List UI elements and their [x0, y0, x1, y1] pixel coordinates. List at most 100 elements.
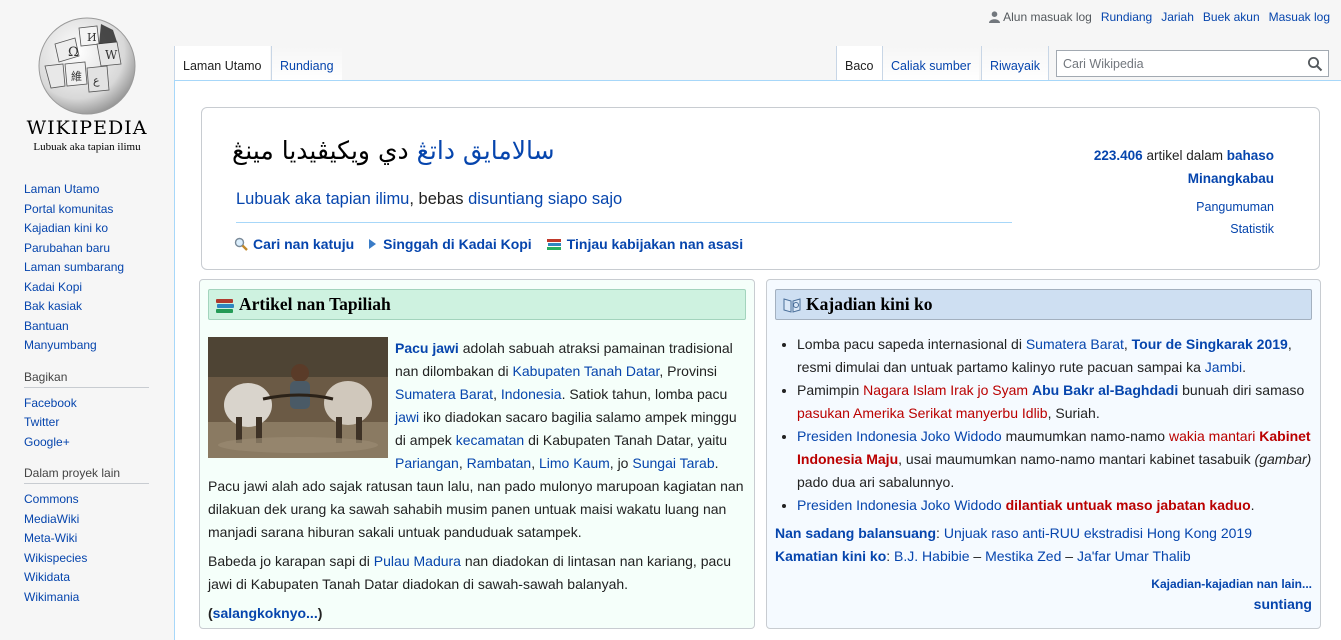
sidebar-project-link[interactable]: Wikimania: [24, 590, 79, 604]
sidebar-nav-item: Manyumbang: [24, 336, 174, 356]
inline-link[interactable]: Sumatera Barat: [1026, 336, 1124, 352]
tab-read[interactable]: Baco: [836, 46, 882, 81]
inline-link[interactable]: Ja'far Umar Thalib: [1077, 548, 1191, 564]
text-segment: –: [969, 548, 986, 564]
inline-link[interactable]: Kabupaten Tanah Datar: [513, 363, 660, 379]
inline-link[interactable]: Pacu jawi: [395, 340, 459, 356]
language-link-part1[interactable]: bahaso: [1227, 148, 1274, 163]
personal-tools: Alun masuak log Rundiang Jariah Buek aku…: [989, 10, 1330, 24]
sidebar-nav-link[interactable]: Kajadian kini ko: [24, 221, 108, 235]
more-events-link[interactable]: Kajadian-kajadian nan lain...: [1151, 577, 1312, 591]
sidebar-project-item: Wikispecies: [24, 549, 174, 569]
read-more-close: ): [317, 605, 323, 621]
article-stats: 223.406 artikel dalam bahaso Minangkabau…: [1054, 144, 1274, 240]
inline-link[interactable]: Nan sadang balansuang: [775, 525, 936, 541]
featured-article-title: Artikel nan Tapiliah: [239, 294, 391, 314]
search-input[interactable]: [1057, 51, 1297, 76]
sidebar-nav-link[interactable]: Laman sumbarang: [24, 260, 124, 274]
text-segment: . Satiok tahun, lomba pacu: [561, 386, 728, 402]
sidebar-project-item: Meta-Wiki: [24, 529, 174, 549]
sidebar-share-item: Google+: [24, 433, 174, 453]
text-segment: , jo: [609, 455, 633, 471]
sidebar-nav-link[interactable]: Kadai Kopi: [24, 280, 82, 294]
language-link-part2[interactable]: Minangkabau: [1188, 171, 1274, 186]
talk-link[interactable]: Rundiang: [1101, 10, 1152, 24]
inline-link[interactable]: Abu Bakr al-Baghdadi: [1032, 382, 1178, 398]
text-segment: di Kabupaten Tanah Datar, yaitu: [524, 432, 728, 448]
inline-link[interactable]: Kamatian kini ko: [775, 548, 886, 564]
contributions-link[interactable]: Jariah: [1161, 10, 1194, 24]
sidebar-nav-link[interactable]: Parubahan baru: [24, 241, 110, 255]
inline-link[interactable]: Presiden Indonesia Joko Widodo: [797, 497, 1002, 513]
article-count-link[interactable]: 223.406: [1094, 148, 1143, 163]
sidebar-share-link[interactable]: Twitter: [24, 415, 59, 429]
sidebar-nav-link[interactable]: Portal komunitas: [24, 202, 113, 216]
welcome-title: سالامايق داتڠ دي ويكيڤيديا مينڠ: [232, 136, 612, 165]
announcements-link[interactable]: Pangumuman: [1196, 200, 1274, 214]
tagline-link[interactable]: Lubuak aka tapian ilimu: [236, 190, 409, 208]
inline-link[interactable]: Indonesia: [501, 386, 562, 402]
read-more-link[interactable]: salangkoknyo...: [213, 605, 318, 621]
tab-history-label: Riwayaik: [990, 59, 1041, 73]
sidebar-project-link[interactable]: Wikidata: [24, 570, 70, 584]
tab-main-page-label: Laman Utamo: [183, 59, 262, 73]
welcome-link-search[interactable]: Cari nan katuju: [234, 236, 354, 252]
welcome-subtitle: Lubuak aka tapian ilimu, bebas disuntian…: [236, 190, 622, 209]
tab-main-page[interactable]: Laman Utamo: [174, 46, 270, 81]
welcome-link-kadai-kopi[interactable]: Singgah di Kadai Kopi: [368, 236, 532, 252]
arrow-right-icon: [369, 239, 377, 249]
news-edit-link[interactable]: suntiang: [1254, 596, 1312, 612]
text-segment: Pamimpin: [797, 382, 864, 398]
search-icon[interactable]: [1307, 56, 1323, 72]
sidebar-nav-link[interactable]: Manyumbang: [24, 338, 97, 352]
statistics-link[interactable]: Statistik: [1230, 222, 1274, 236]
inline-link[interactable]: Pulau Madura: [374, 553, 461, 569]
create-account-link[interactable]: Buek akun: [1203, 10, 1260, 24]
featured-image-pacu-jawi[interactable]: [208, 337, 388, 458]
inline-link[interactable]: wakia mantari: [1169, 428, 1255, 444]
sidebar-nav-item: Laman sumbarang: [24, 258, 174, 278]
inline-link[interactable]: Sungai Tarab: [632, 455, 714, 471]
tab-talk[interactable]: Rundiang: [271, 46, 342, 81]
sidebar-nav-link[interactable]: Bak kasiak: [24, 299, 82, 313]
sidebar-share-link[interactable]: Google+: [24, 435, 70, 449]
anyone-can-edit-link[interactable]: disuntiang siapo sajo: [468, 190, 622, 208]
wikipedia-logo[interactable]: Ω И W 維 ع WIKIPEDIA Lubuak aka tapian il…: [0, 0, 174, 170]
featured-article-body: Pacu jawi adolah sabuah atraksi pamainan…: [208, 337, 745, 625]
tab-history[interactable]: Riwayaik: [981, 46, 1050, 81]
svg-text:維: 維: [71, 70, 82, 83]
inline-link[interactable]: Rambatan: [467, 455, 532, 471]
welcome-link-policies[interactable]: Tinjau kabijakan nan asasi: [546, 236, 743, 252]
inline-link[interactable]: Unjuak raso anti-RUU ekstradisi Hong Kon…: [944, 525, 1252, 541]
inline-link[interactable]: jawi: [395, 409, 419, 425]
inline-link[interactable]: Presiden Indonesia Joko Widodo: [797, 428, 1002, 444]
inline-link[interactable]: Tour de Singkarak 2019: [1132, 336, 1288, 352]
article-count-text: artikel dalam: [1142, 148, 1227, 163]
inline-link[interactable]: kecamatan: [456, 432, 524, 448]
inline-link[interactable]: Nagara Islam Irak jo Syam: [863, 382, 1028, 398]
news-extra: Nan sadang balansuang: Unjuak raso anti-…: [775, 522, 1313, 568]
inline-link[interactable]: B.J. Habibie: [894, 548, 969, 564]
welcome-link-kadai-kopi-label: Singgah di Kadai Kopi: [383, 236, 532, 252]
inline-link[interactable]: dilantiak untuak maso jabatan kaduo: [1006, 497, 1251, 513]
sidebar-project-link[interactable]: MediaWiki: [24, 512, 79, 526]
inline-link[interactable]: Limo Kaum: [539, 455, 610, 471]
in-the-news-panel: Kajadian kini ko Lomba pacu sapeda inter…: [766, 279, 1321, 629]
inline-link[interactable]: Pariangan: [395, 455, 459, 471]
inline-link[interactable]: Jambi: [1205, 359, 1242, 375]
inline-link[interactable]: Mestika Zed: [985, 548, 1061, 564]
log-in-link[interactable]: Masuak log: [1269, 10, 1330, 24]
inline-link[interactable]: pasukan Amerika Serikat manyerbu Idlib: [797, 405, 1048, 421]
sidebar-project-link[interactable]: Meta-Wiki: [24, 531, 77, 545]
sidebar-project-link[interactable]: Commons: [24, 492, 79, 506]
sidebar-nav-item: Laman Utamo: [24, 180, 174, 200]
sidebar-project-link[interactable]: Wikispecies: [24, 551, 87, 565]
sidebar-nav-link[interactable]: Laman Utamo: [24, 182, 99, 196]
inline-link[interactable]: Sumatera Barat: [395, 386, 493, 402]
sidebar-nav-link[interactable]: Bantuan: [24, 319, 69, 333]
featured-paragraph-2: Babeda jo karapan sapi di Pulau Madura n…: [208, 550, 745, 596]
news-book-icon: [783, 298, 801, 313]
sidebar-share-link[interactable]: Facebook: [24, 396, 77, 410]
sidebar-nav-item: Kadai Kopi: [24, 278, 174, 298]
tab-view-source[interactable]: Caliak sumber: [882, 46, 979, 81]
